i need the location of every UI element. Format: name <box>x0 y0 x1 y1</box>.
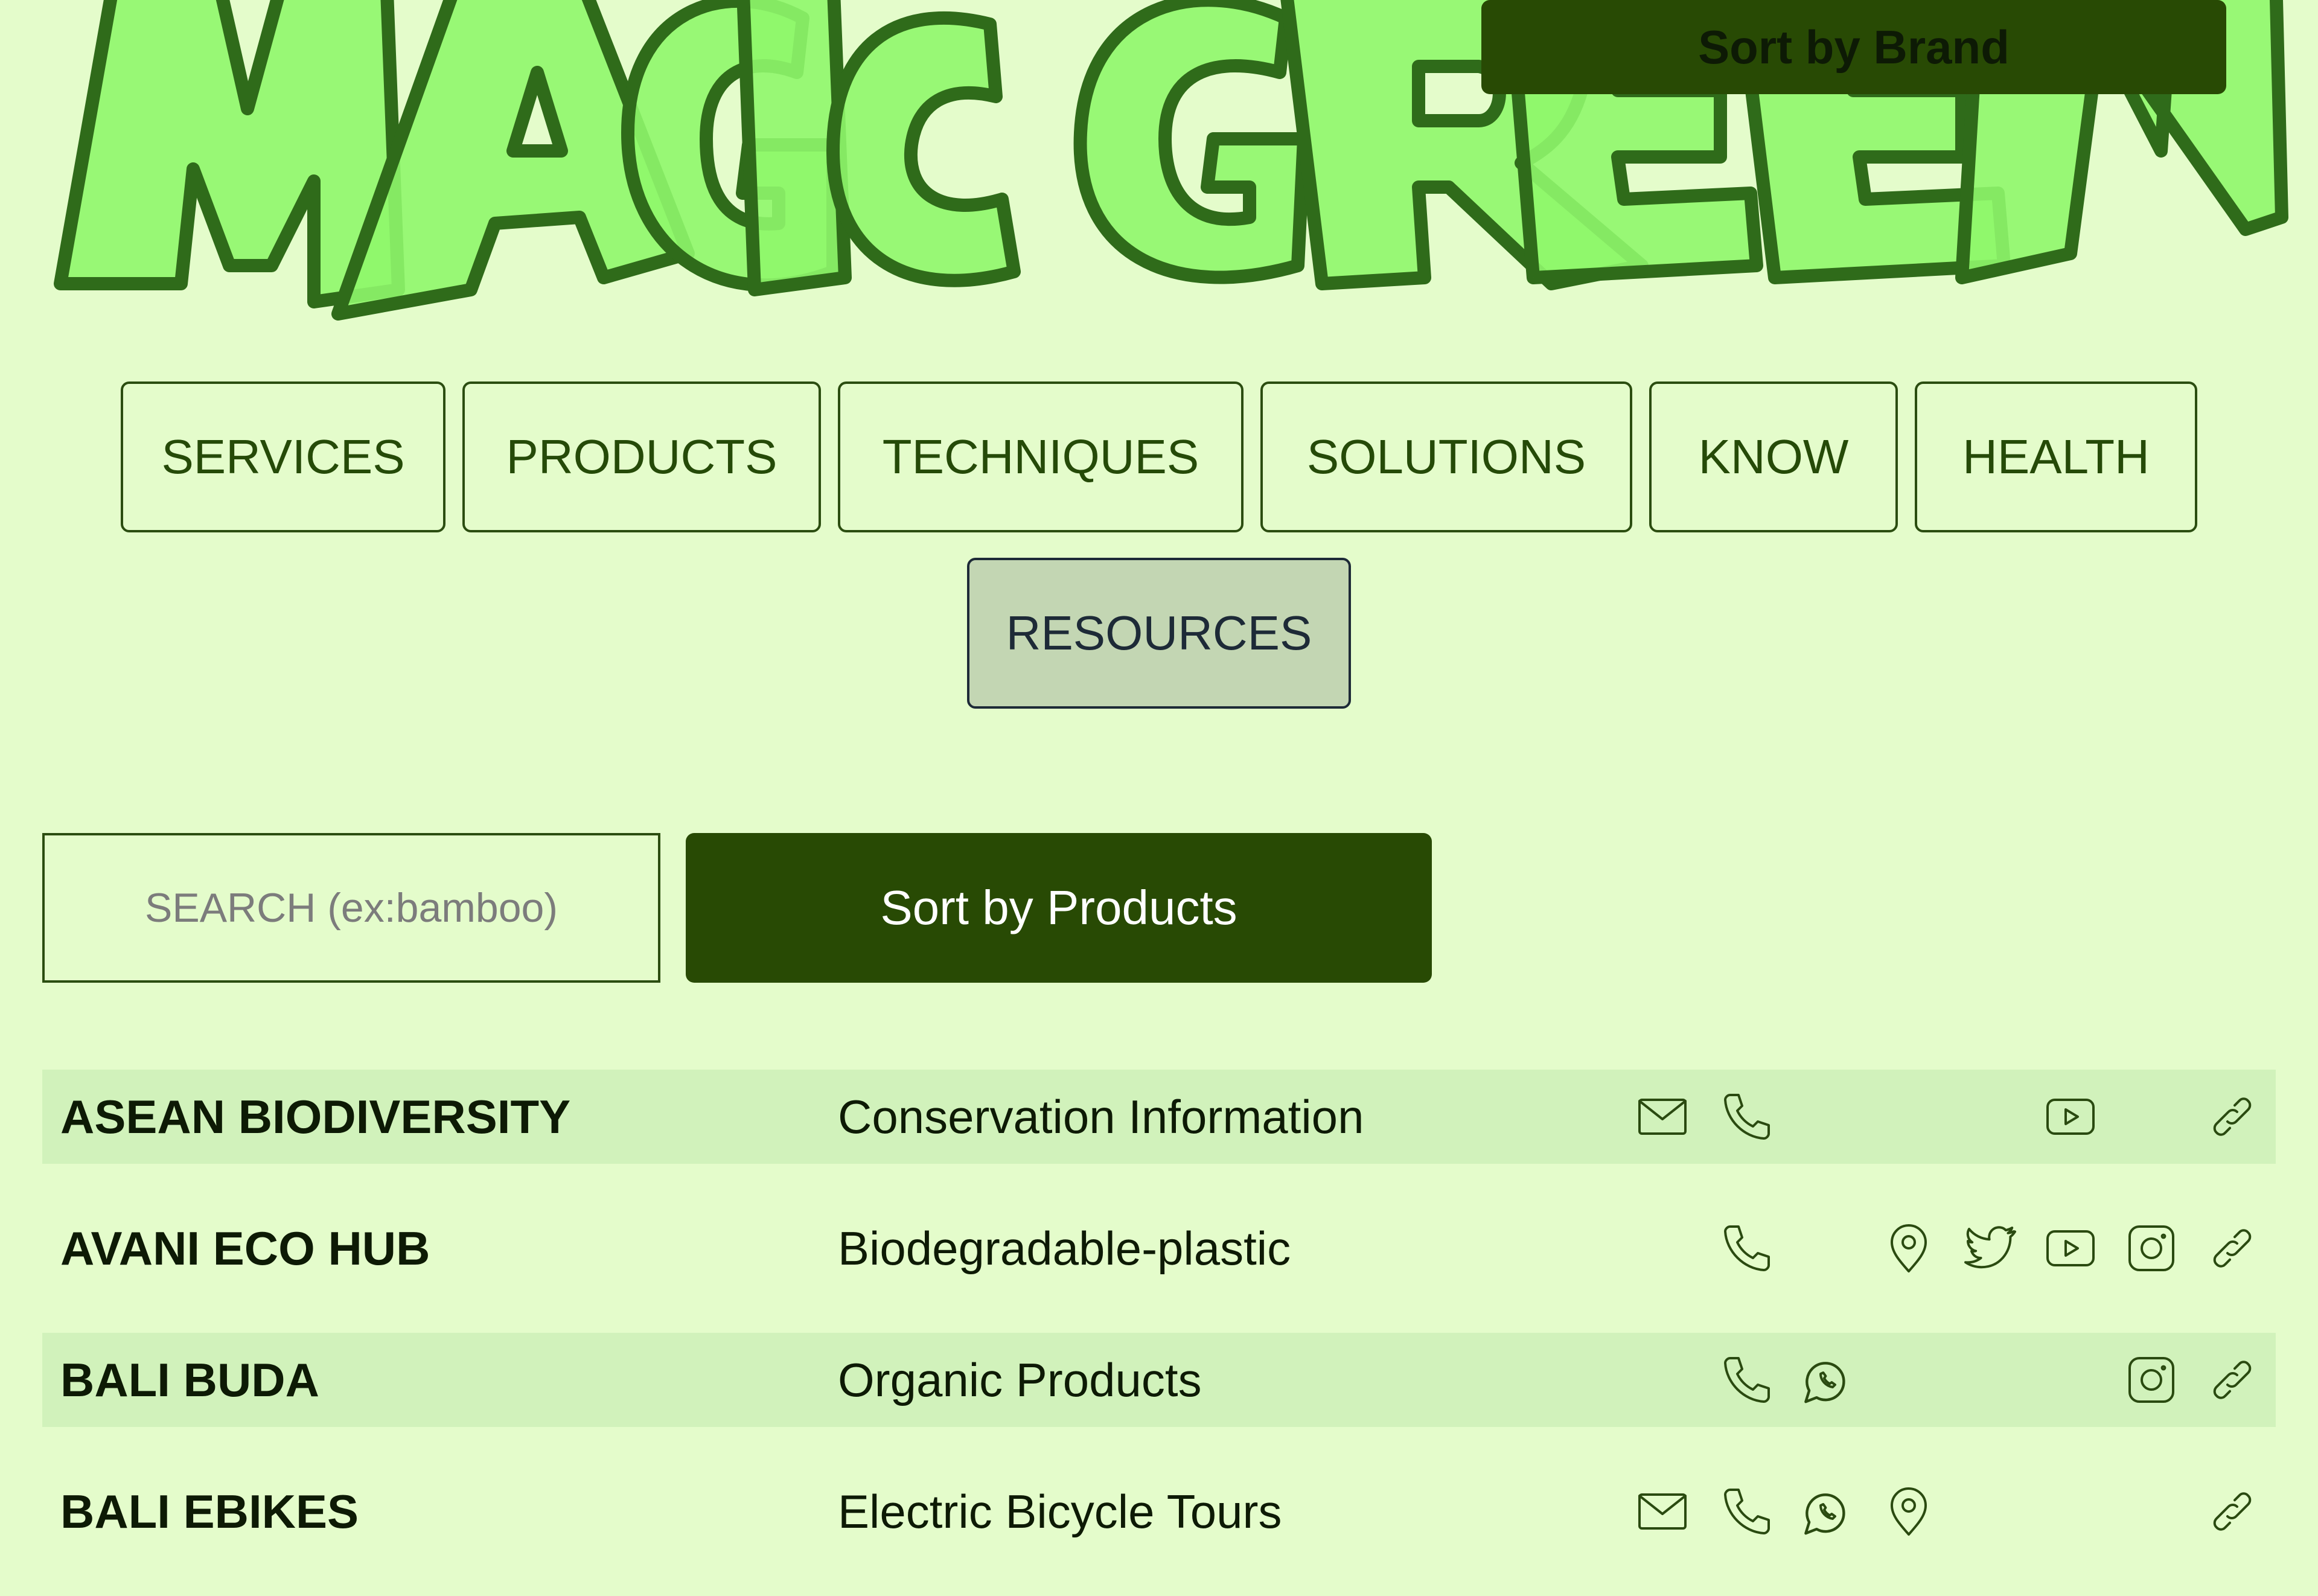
link-icon[interactable] <box>2203 1219 2261 1277</box>
brand-name[interactable]: AVANI ECO HUB <box>60 1201 430 1295</box>
nav-products-button[interactable]: PRODUCTS <box>462 381 821 532</box>
brand-name[interactable]: BALI EBIKES <box>60 1464 359 1559</box>
product-category: Biodegradable-plastic <box>838 1222 1291 1275</box>
secondary-nav: RESOURCES <box>0 558 2318 709</box>
product-category: Electric Bicycle Tours <box>838 1485 1282 1538</box>
map-pin-icon[interactable] <box>1880 1483 1938 1540</box>
brand-name[interactable]: BALI BUDA <box>60 1333 319 1427</box>
nav-health-button[interactable]: HEALTH <box>1915 381 2197 532</box>
nav-techniques-button[interactable]: TECHNIQUES <box>838 381 1244 532</box>
sort-by-products-button[interactable]: Sort by Products <box>686 833 1432 983</box>
link-icon[interactable] <box>2203 1483 2261 1540</box>
phone-icon[interactable] <box>1718 1219 1776 1277</box>
phone-icon[interactable] <box>1718 1483 1776 1540</box>
nav-know-button[interactable]: KNOW <box>1649 381 1898 532</box>
list-item[interactable]: ASEAN BIODIVERSITY Conservation Informat… <box>42 1070 2276 1164</box>
product-category: Organic Products <box>838 1353 1202 1406</box>
whatsapp-icon[interactable] <box>1799 1351 1857 1409</box>
whatsapp-icon[interactable] <box>1799 1483 1857 1540</box>
product-category: Conservation Information <box>838 1090 1364 1143</box>
nav-solutions-button[interactable]: SOLUTIONS <box>1260 381 1632 532</box>
youtube-icon[interactable] <box>2042 1088 2099 1146</box>
list-item[interactable]: BALI BUDA Organic Products <box>42 1333 2276 1427</box>
instagram-icon[interactable] <box>2122 1351 2180 1409</box>
youtube-icon[interactable] <box>2042 1219 2099 1277</box>
map-pin-icon[interactable] <box>1880 1219 1938 1277</box>
phone-icon[interactable] <box>1718 1088 1776 1146</box>
twitter-icon[interactable] <box>1961 1219 2019 1277</box>
list-item[interactable]: BALI EBIKES Electric Bicycle Tours <box>42 1464 2276 1559</box>
link-icon[interactable] <box>2203 1351 2261 1409</box>
nav-resources-button[interactable]: RESOURCES <box>967 558 1351 709</box>
list-item[interactable]: AVANI ECO HUB Biodegradable-plastic <box>42 1201 2276 1295</box>
main-nav: SERVICES PRODUCTS TECHNIQUES SOLUTIONS K… <box>0 381 2318 532</box>
link-icon[interactable] <box>2203 1088 2261 1146</box>
mail-icon[interactable] <box>1633 1088 1691 1146</box>
search-input[interactable] <box>42 833 660 983</box>
phone-icon[interactable] <box>1718 1351 1776 1409</box>
sort-by-brand-button[interactable]: Sort by Brand <box>1481 0 2226 94</box>
brand-name[interactable]: ASEAN BIODIVERSITY <box>60 1070 570 1164</box>
mail-icon[interactable] <box>1633 1483 1691 1540</box>
instagram-icon[interactable] <box>2122 1219 2180 1277</box>
resource-list: ASEAN BIODIVERSITY Conservation Informat… <box>42 1070 2276 1596</box>
nav-services-button[interactable]: SERVICES <box>121 381 445 532</box>
